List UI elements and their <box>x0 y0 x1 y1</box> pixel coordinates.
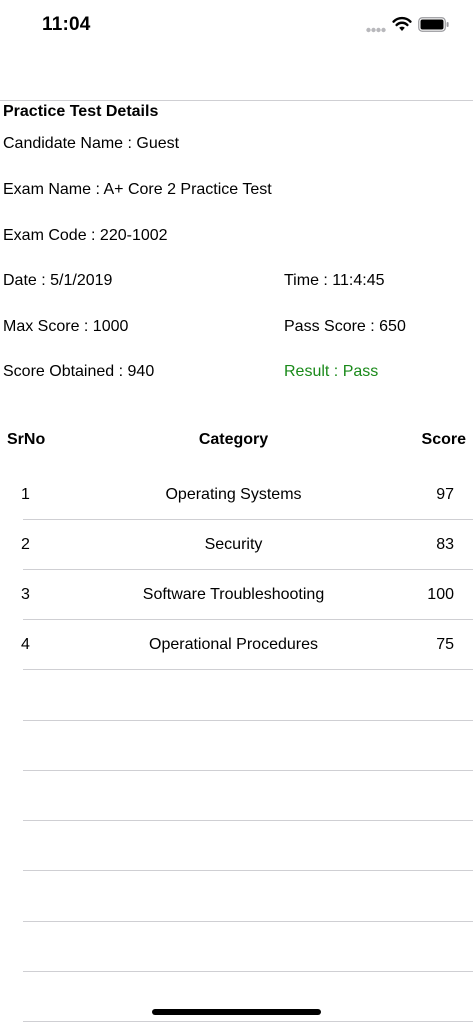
cellular-signal-icon <box>366 27 386 33</box>
max-score: Max Score : 1000 <box>3 318 129 335</box>
practice-test-details-screen: 11:04 Practice Test Details Candidate Na… <box>0 0 473 1024</box>
exam-time: Time : 11:4:45 <box>284 272 385 289</box>
empty-row-separator <box>23 921 473 922</box>
battery-icon <box>418 17 449 32</box>
table-row[interactable]: 2 Security 83 <box>0 520 473 570</box>
row-score: 83 <box>436 536 454 553</box>
row-category: Security <box>204 536 263 553</box>
empty-row-separator <box>23 770 473 771</box>
home-indicator[interactable] <box>152 1009 321 1015</box>
row-category: Operating Systems <box>165 486 302 503</box>
column-header-category: Category <box>198 431 269 448</box>
score-obtained: Score Obtained : 940 <box>3 363 155 380</box>
wifi-icon <box>392 16 412 31</box>
row-category: Operational Procedures <box>149 636 318 653</box>
exam-date: Date : 5/1/2019 <box>3 272 113 289</box>
empty-row-separator <box>23 870 473 871</box>
empty-row-separator <box>23 720 473 721</box>
row-score: 97 <box>436 486 454 503</box>
table-row[interactable]: 1 Operating Systems 97 <box>0 470 473 520</box>
details-title: Practice Test Details <box>3 103 159 120</box>
candidate-name: Candidate Name : Guest <box>3 135 180 152</box>
column-header-score: Score <box>421 431 466 448</box>
row-score: 75 <box>436 636 454 653</box>
table-row[interactable]: 4 Operational Procedures 75 <box>0 620 473 670</box>
row-category: Software Troubleshooting <box>142 586 325 603</box>
pass-score: Pass Score : 650 <box>284 318 406 335</box>
row-separator <box>23 669 473 670</box>
empty-row-separator <box>23 1021 473 1022</box>
status-time: 11:04 <box>42 14 91 35</box>
header-divider <box>0 100 473 101</box>
exam-name: Exam Name : A+ Core 2 Practice Test <box>3 181 272 198</box>
row-score: 100 <box>427 586 454 603</box>
empty-row-separator <box>23 971 473 972</box>
status-bar: 11:04 <box>0 0 473 50</box>
exam-code: Exam Code : 220-1002 <box>3 227 168 244</box>
table-row[interactable]: 3 Software Troubleshooting 100 <box>0 570 473 620</box>
empty-row-separator <box>23 820 473 821</box>
result-status: Result : Pass <box>284 363 379 380</box>
